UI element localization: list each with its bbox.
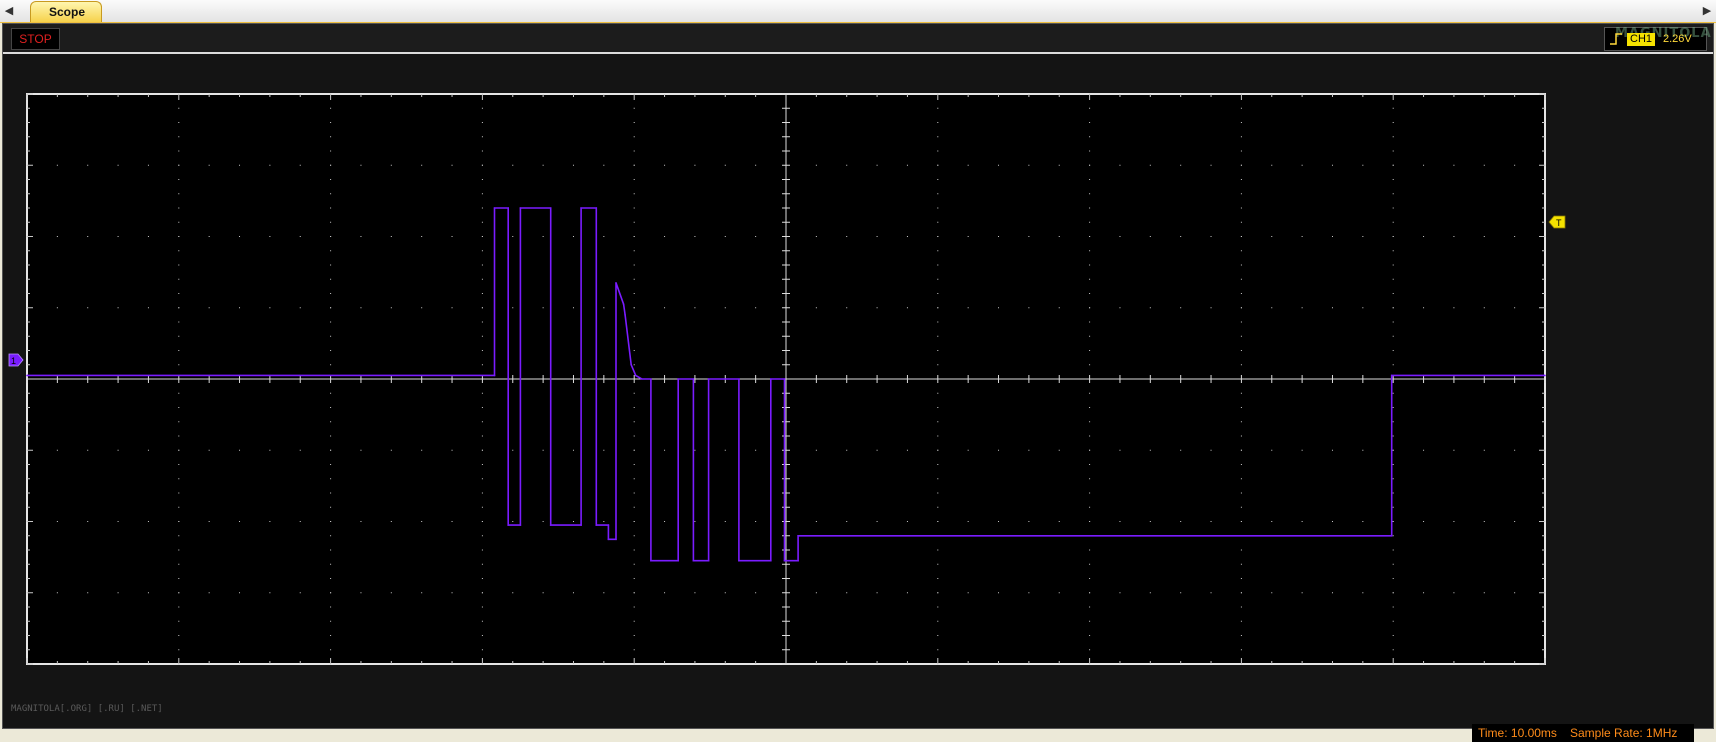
trace-point: [549, 524, 552, 526]
trace-point: [580, 524, 582, 526]
trace-point: [692, 378, 695, 380]
scroll-right-arrow-icon[interactable]: ▶: [1700, 3, 1714, 19]
trigger-marker[interactable]: T: [1548, 215, 1566, 229]
trace-point: [770, 378, 772, 380]
trace-point: [493, 207, 496, 209]
tab-scope[interactable]: Scope: [30, 1, 103, 22]
trace-point: [595, 524, 598, 526]
trace-point: [615, 282, 617, 284]
trace-point: [622, 303, 625, 305]
tab-bar: ◀ Scope ▶: [0, 0, 1716, 23]
watermark: MAGNITOLA[.ORG] [.RU] [.NET]: [11, 704, 163, 714]
trace-point: [677, 559, 680, 562]
stop-button[interactable]: STOP: [11, 28, 60, 50]
sample-rate-label: Sample Rate: 1MHz: [1570, 726, 1678, 740]
trace-point: [797, 559, 799, 562]
trace-point: [493, 374, 496, 377]
trace-point: [1544, 374, 1546, 377]
channel-badge: CH1: [1627, 33, 1656, 46]
trace-point: [650, 378, 652, 380]
trace-point: [595, 207, 598, 209]
trace-point: [630, 363, 632, 366]
trace-point: [549, 207, 552, 209]
trace-point: [607, 538, 610, 541]
trace-point: [783, 559, 786, 562]
trace-point: [770, 559, 772, 562]
trigger-status-widget[interactable]: MAGNITOLA CH1 2.26V: [1604, 26, 1711, 51]
trace-point: [640, 378, 643, 380]
scope-toolbar: STOP MAGNITOLA CH1 2.26V: [3, 24, 1713, 54]
trace-point: [797, 534, 799, 537]
graph-area: 1 T MAGNITOLA[.ORG] [.RU] [.NET]: [3, 54, 1713, 728]
ground-marker[interactable]: 1: [8, 353, 24, 367]
trace-point: [519, 207, 522, 209]
ground-marker-label: 1: [11, 356, 16, 366]
trace-point: [738, 378, 740, 380]
trace-point: [692, 559, 695, 562]
trace-point: [580, 207, 582, 209]
trace-point: [783, 378, 786, 380]
trace-point: [1390, 534, 1393, 537]
trace-point: [26, 374, 28, 377]
scroll-left-arrow-icon[interactable]: ◀: [2, 3, 16, 19]
trace-point: [650, 559, 652, 562]
trigger-level-value: 2.26V: [1663, 33, 1692, 45]
trace-point: [507, 524, 510, 526]
trace-point: [607, 524, 610, 526]
trace-point: [707, 378, 710, 380]
trace-point: [624, 314, 626, 316]
scope-panel: STOP MAGNITOLA CH1 2.26V 1 T MAGNITOLA[.…: [2, 23, 1714, 742]
time-readout: Time: 10.00ms Sample Rate: 1MHz: [1472, 724, 1694, 742]
trace-point: [507, 207, 510, 209]
trace-point: [677, 378, 680, 380]
trace-point: [519, 524, 522, 526]
trace-point: [634, 374, 637, 377]
trigger-marker-label: T: [1556, 218, 1562, 228]
time-per-div-label: Time: 10.00ms: [1478, 726, 1557, 740]
trace-point: [738, 559, 740, 562]
trace-point: [707, 559, 710, 562]
rising-edge-icon: [1610, 33, 1622, 45]
trace-point: [615, 538, 617, 541]
waveform-chart[interactable]: 1 T: [3, 54, 1713, 728]
trace-point: [1390, 374, 1393, 377]
